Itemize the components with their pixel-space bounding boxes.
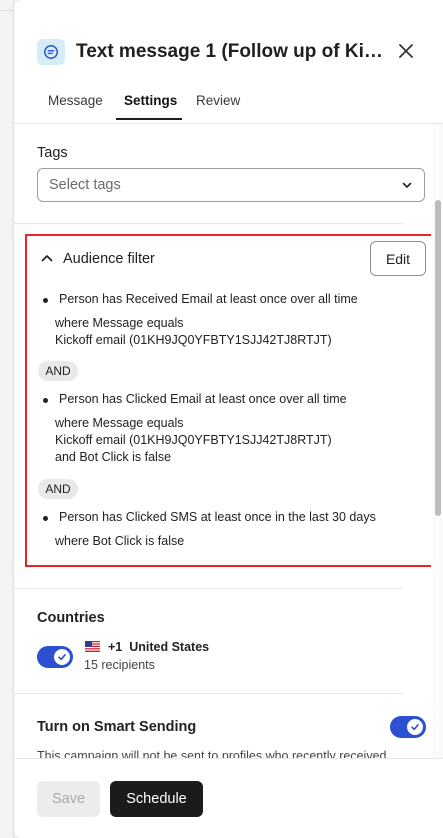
section-divider: [14, 693, 403, 694]
sms-message-icon: [37, 39, 65, 65]
toggle-knob: [407, 719, 423, 735]
tags-placeholder: Select tags: [49, 177, 121, 193]
panel-title: Text message 1 (Follow up of Kickoff ema…: [76, 41, 386, 62]
condition-text: Person has Clicked Email at least once o…: [59, 392, 347, 406]
section-divider: [14, 588, 403, 589]
condition-text: Person has Clicked SMS at least once in …: [59, 510, 376, 524]
countries-label: Countries: [37, 610, 105, 626]
chevron-down-icon: [402, 182, 412, 188]
bullet-icon: [43, 516, 48, 521]
toggle-knob: [54, 649, 70, 665]
smart-sending-toggle[interactable]: [390, 716, 426, 738]
condition-text: Person has Received Email at least once …: [59, 292, 358, 306]
condition-detail: where Bot Click is false: [55, 534, 185, 548]
schedule-button[interactable]: Schedule: [110, 781, 203, 817]
condition-detail: where Message equals: [55, 316, 184, 330]
us-flag-icon: [85, 641, 100, 652]
country-item: +1 United States: [108, 640, 209, 654]
audience-filter-collapse-toggle[interactable]: [41, 253, 53, 263]
background-divider: [0, 10, 14, 11]
tab-message[interactable]: Message: [48, 93, 108, 118]
panel-footer: Save Schedule: [14, 758, 443, 838]
chevron-up-icon: [41, 255, 53, 262]
audience-filter-title: Audience filter: [63, 251, 155, 267]
edit-audience-filter-button[interactable]: Edit: [370, 241, 426, 276]
condition-detail: Kickoff email (01KH9JQ0YFBTY1SJJ42TJ8RTJ…: [55, 333, 332, 347]
condition-detail: where Message equals: [55, 416, 184, 430]
checkmark-icon: [411, 723, 419, 731]
and-connector-badge: AND: [38, 479, 78, 499]
tags-label: Tags: [37, 145, 68, 161]
condition-detail: Kickoff email (01KH9JQ0YFBTY1SJJ42TJ8RTJ…: [55, 433, 332, 447]
country-dial-code: +1: [108, 640, 123, 654]
bullet-icon: [43, 398, 48, 403]
message-settings-panel: Text message 1 (Follow up of Kickoff ema…: [14, 0, 443, 838]
tab-settings[interactable]: Settings: [116, 93, 182, 120]
countries-toggle[interactable]: [37, 646, 73, 668]
save-button[interactable]: Save: [37, 781, 100, 817]
tags-select[interactable]: Select tags: [37, 168, 425, 202]
checkmark-icon: [58, 653, 66, 661]
close-button[interactable]: [395, 40, 417, 62]
panel-header: Text message 1 (Follow up of Kickoff ema…: [14, 0, 443, 124]
country-recipients: 15 recipients: [84, 658, 155, 672]
scrollbar-thumb[interactable]: [435, 200, 441, 516]
country-name: United States: [129, 640, 210, 654]
background-page: [0, 0, 14, 838]
close-icon: [399, 44, 413, 58]
settings-scroll-area[interactable]: Tags Select tags Audience filter Edit Pe…: [14, 124, 431, 758]
condition-detail: and Bot Click is false: [55, 450, 172, 464]
audience-filter-section: Audience filter Edit Person has Received…: [25, 234, 431, 567]
smart-sending-description: This campaign will not be sent to profil…: [37, 749, 387, 758]
and-connector-badge: AND: [38, 361, 78, 381]
smart-sending-label: Turn on Smart Sending: [37, 719, 197, 735]
tags-section: Tags Select tags: [14, 124, 425, 224]
bullet-icon: [43, 298, 48, 303]
tab-review[interactable]: Review: [196, 93, 256, 118]
